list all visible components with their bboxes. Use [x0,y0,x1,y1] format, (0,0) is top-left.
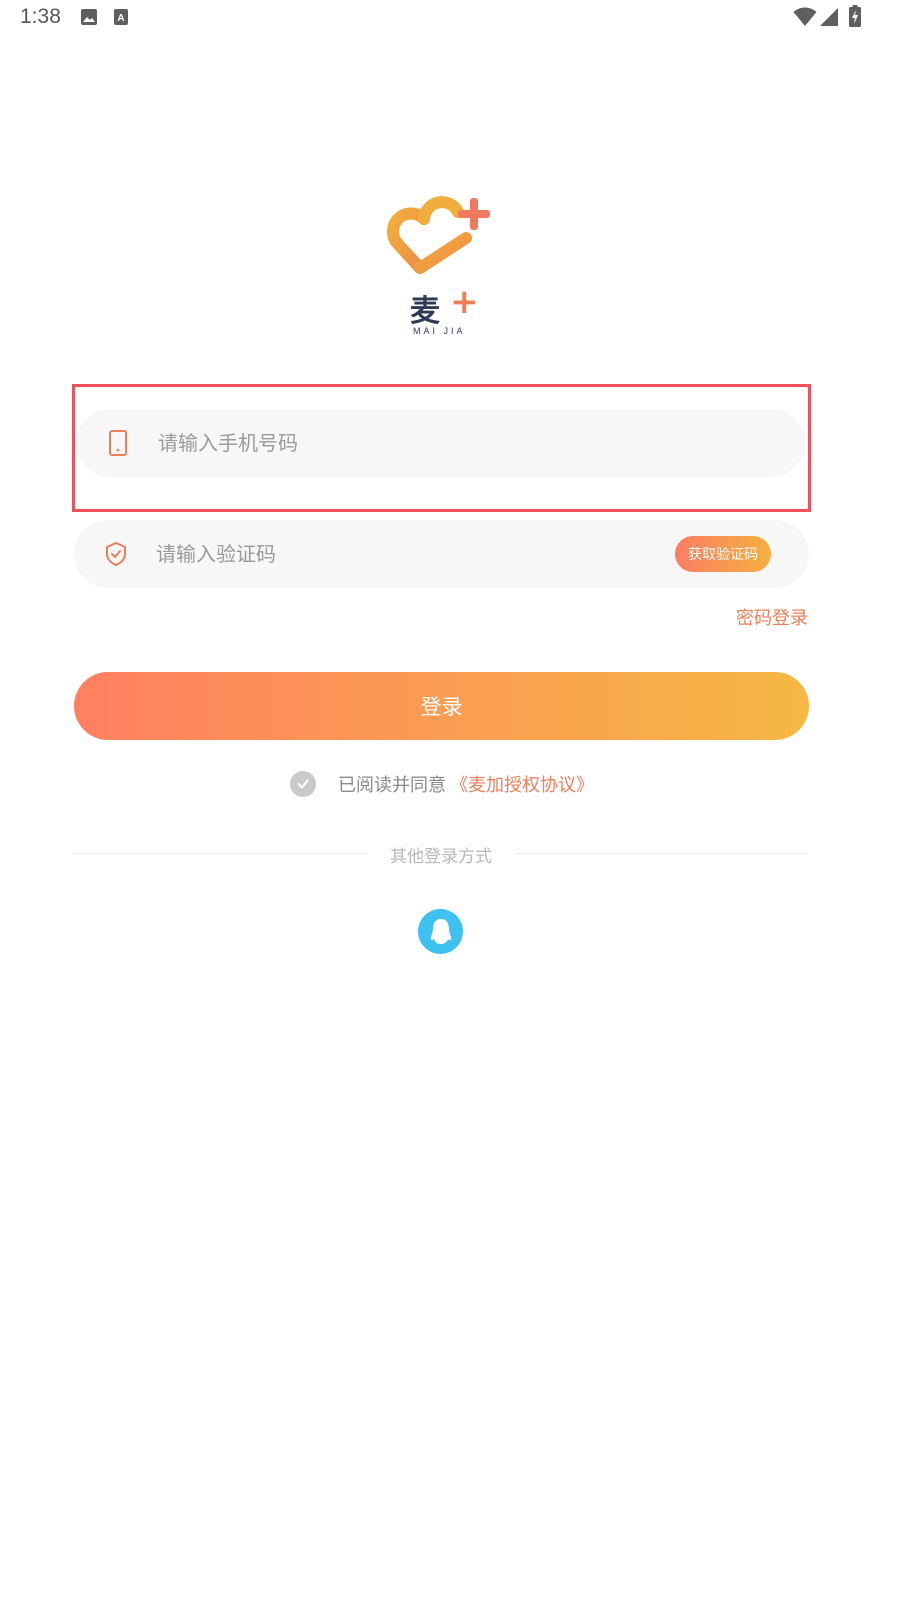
image-icon [81,9,97,25]
code-input[interactable] [156,520,656,588]
heart-plus-logo-icon [386,196,490,274]
get-code-button[interactable]: 获取验证码 [675,536,771,572]
check-icon [297,779,309,789]
cell-signal-icon [820,8,838,26]
shield-check-icon [106,541,126,567]
status-bar: 1:38 A [0,0,900,36]
status-time: 1:38 [20,5,61,28]
login-button[interactable]: 登录 [74,672,809,740]
app-logo: 麦 + MAI JIA [380,186,500,346]
divider-right [516,853,808,854]
logo-plus-text: + [450,282,479,322]
phone-icon [109,430,127,456]
agreement-row: 已阅读并同意 《麦加授权协议》 [290,770,594,798]
battery-charging-icon [849,5,861,27]
phone-input[interactable] [158,409,658,477]
agreement-link[interactable]: 《麦加授权协议》 [450,771,594,797]
logo-subtitle: MAI JIA [413,326,466,336]
phone-field[interactable] [76,409,805,477]
text-notification-icon: A [114,9,128,25]
qq-login-button[interactable] [418,909,463,954]
qq-icon [430,918,451,944]
agree-checkbox[interactable] [290,771,316,797]
divider-left [74,853,366,854]
svg-text:A: A [117,13,124,24]
other-login-label: 其他登录方式 [390,847,492,867]
logo-brand-text: 麦 [410,294,440,329]
password-login-link[interactable]: 密码登录 [736,604,808,630]
wifi-icon [793,7,817,26]
agreement-text: 已阅读并同意 [338,775,446,796]
code-field[interactable]: 获取验证码 [74,520,809,588]
